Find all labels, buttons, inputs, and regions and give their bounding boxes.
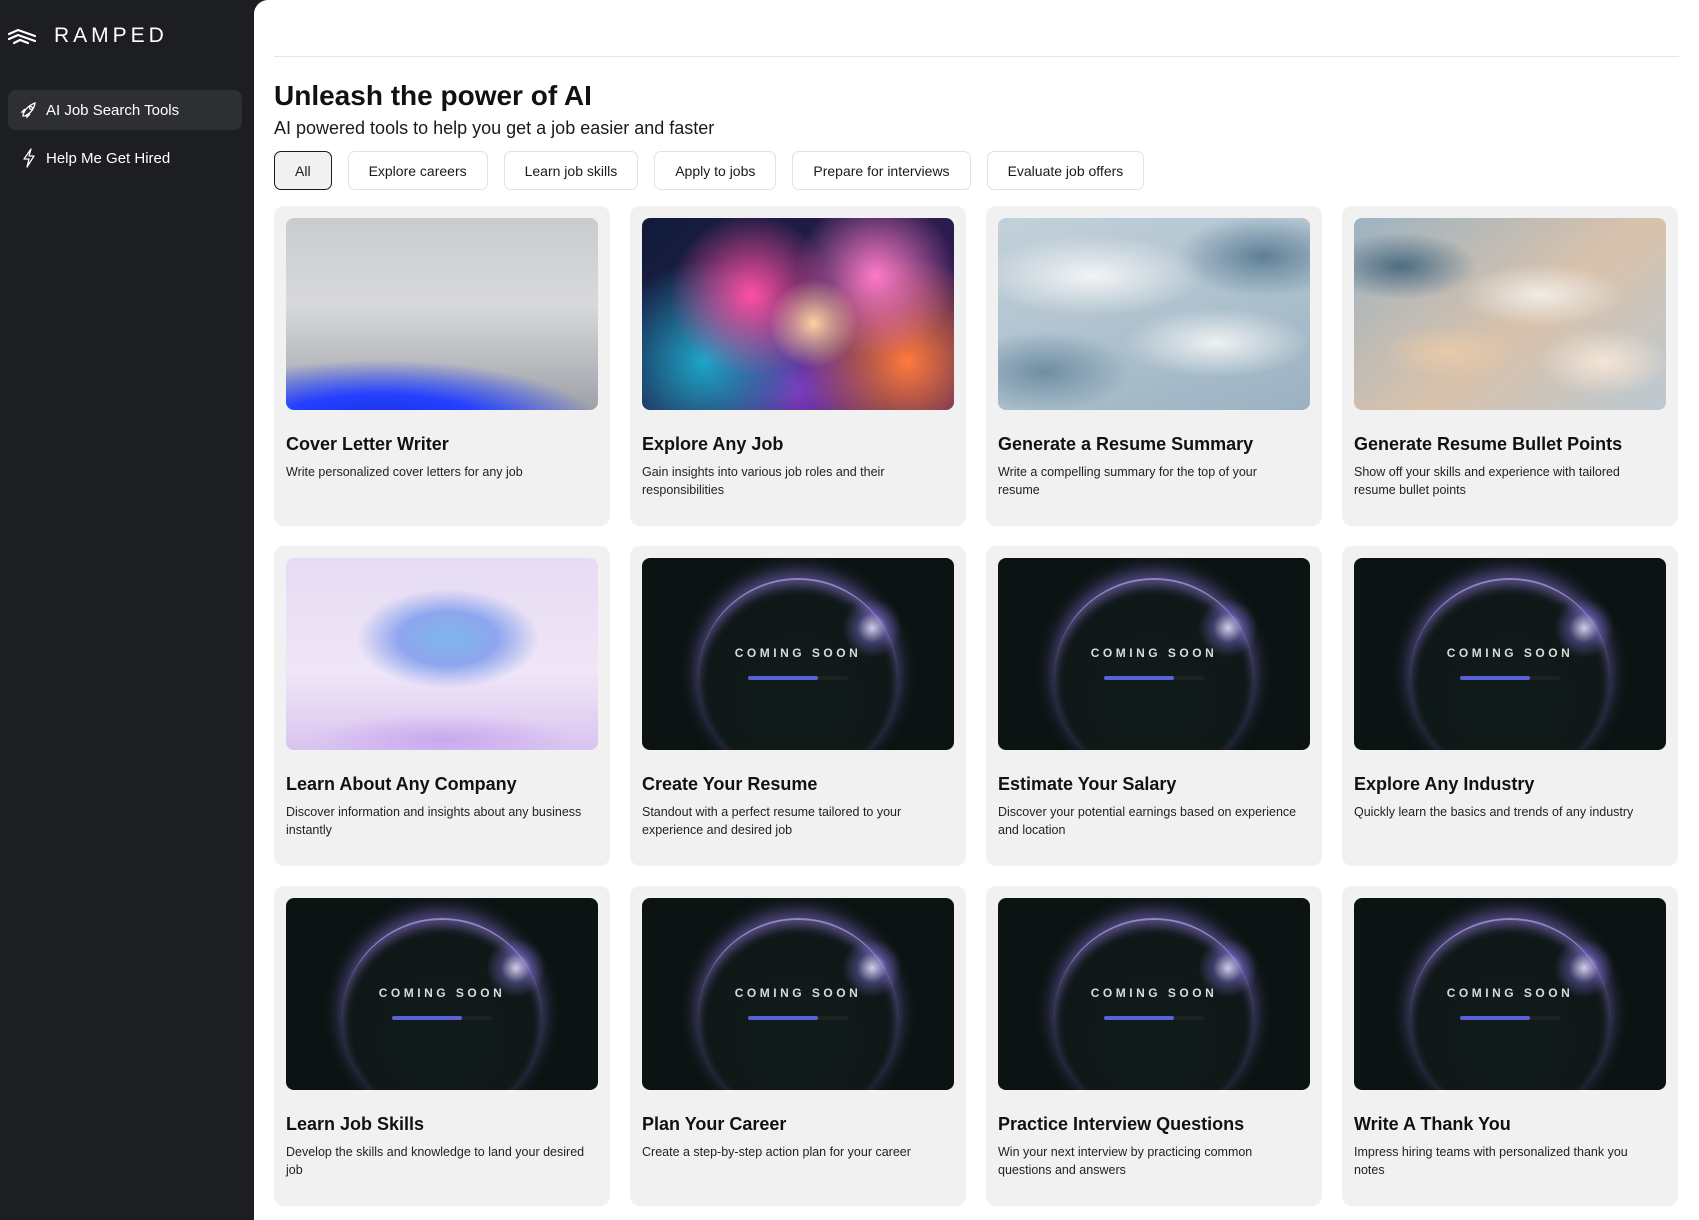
coming-soon-progress (1104, 676, 1204, 680)
filter-evaluate-job-offers[interactable]: Evaluate job offers (986, 151, 1145, 190)
coming-soon-label: COMING SOON (378, 986, 506, 1000)
tool-title: Learn Job Skills (286, 1114, 425, 1134)
tool-title: Create Your Resume (642, 774, 818, 794)
tool-title: Generate a Resume Summary (998, 434, 1254, 454)
filter-learn-job-skills[interactable]: Learn job skills (503, 151, 639, 190)
coming-soon-label: COMING SOON (1446, 986, 1574, 1000)
tool-description: Write a compelling summary for the top o… (998, 465, 1257, 497)
tool-description: Win your next interview by practicing co… (998, 1145, 1253, 1177)
tool-title: Cover Letter Writer (286, 434, 449, 454)
sidebar-item-ai-job-search-tools[interactable]: AI Job Search Tools (8, 90, 242, 130)
tool-title: Explore Any Industry (1354, 774, 1535, 794)
tool-title: Practice Interview Questions (998, 1114, 1245, 1134)
filter-prepare-for-interviews[interactable]: Prepare for interviews (792, 151, 971, 190)
tool-description: Discover information and insights about … (286, 805, 582, 837)
tool-card-estimate-your-salary[interactable]: COMING SOON Estimate Your Salary Discove… (986, 546, 1322, 866)
tool-card-generate-resume-summary[interactable]: Generate a Resume Summary Write a compel… (986, 206, 1322, 526)
tool-thumbnail (998, 218, 1310, 410)
tool-description: Gain insights into various job roles and… (642, 465, 885, 497)
coming-soon-thumbnail: COMING SOON (1354, 898, 1666, 1090)
tool-description: Develop the skills and knowledge to land… (286, 1145, 585, 1177)
filter-explore-careers[interactable]: Explore careers (347, 151, 488, 190)
coming-soon-thumbnail: COMING SOON (998, 898, 1310, 1090)
tool-grid: Cover Letter Writer Write personalized c… (274, 206, 1678, 1206)
filter-tabs: All Explore careers Learn job skills App… (274, 151, 1145, 190)
progress-fill (1104, 676, 1174, 680)
tool-card-practice-interview-questions[interactable]: COMING SOON Practice Interview Questions… (986, 886, 1322, 1206)
tool-card-cover-letter-writer[interactable]: Cover Letter Writer Write personalized c… (274, 206, 610, 526)
ramped-logo-icon (8, 28, 36, 45)
progress-fill (1460, 676, 1530, 680)
coming-soon-thumbnail: COMING SOON (1354, 558, 1666, 750)
coming-soon-label: COMING SOON (1090, 646, 1218, 660)
progress-fill (748, 1016, 818, 1020)
tool-card-learn-job-skills[interactable]: COMING SOON Learn Job Skills Develop the… (274, 886, 610, 1206)
tool-description: Quickly learn the basics and trends of a… (1354, 805, 1634, 819)
progress-fill (1460, 1016, 1530, 1020)
coming-soon-progress (748, 1016, 848, 1020)
tool-thumbnail (286, 558, 598, 750)
coming-soon-thumbnail: COMING SOON (286, 898, 598, 1090)
page-subtitle: AI powered tools to help you get a job e… (274, 118, 715, 138)
tool-description: Write personalized cover letters for any… (286, 465, 523, 479)
tool-card-explore-any-industry[interactable]: COMING SOON Explore Any Industry Quickly… (1342, 546, 1678, 866)
coming-soon-progress (1460, 676, 1560, 680)
coming-soon-label: COMING SOON (1446, 646, 1574, 660)
tool-description: Show off your skills and experience with… (1354, 465, 1620, 497)
coming-soon-thumbnail: COMING SOON (998, 558, 1310, 750)
tool-description: Discover your potential earnings based o… (998, 805, 1297, 837)
filter-apply-to-jobs[interactable]: Apply to jobs (654, 151, 777, 190)
coming-soon-label: COMING SOON (734, 646, 862, 660)
sidebar-item-label: AI Job Search Tools (46, 101, 180, 119)
progress-fill (748, 676, 818, 680)
tool-description: Create a step-by-step action plan for yo… (642, 1145, 911, 1159)
divider (274, 56, 1679, 57)
coming-soon-label: COMING SOON (734, 986, 862, 1000)
coming-soon-progress (1460, 1016, 1560, 1020)
tool-thumbnail (286, 218, 598, 410)
tool-thumbnail (642, 218, 954, 410)
coming-soon-thumbnail: COMING SOON (642, 898, 954, 1090)
brand-name: RAMPED (54, 24, 168, 47)
tool-description: Standout with a perfect resume tailored … (642, 805, 902, 837)
coming-soon-progress (748, 676, 848, 680)
coming-soon-thumbnail: COMING SOON (642, 558, 954, 750)
brand-logo[interactable]: RAMPED (8, 24, 168, 48)
lightning-icon (18, 147, 40, 169)
tool-card-create-your-resume[interactable]: COMING SOON Create Your Resume Standout … (630, 546, 966, 866)
rocket-icon (18, 99, 40, 121)
tool-title: Plan Your Career (642, 1114, 787, 1134)
coming-soon-progress (392, 1016, 492, 1020)
tool-card-learn-about-any-company[interactable]: Learn About Any Company Discover informa… (274, 546, 610, 866)
tool-title: Estimate Your Salary (998, 774, 1177, 794)
tool-title: Generate Resume Bullet Points (1354, 434, 1623, 454)
page-title: Unleash the power of AI (274, 80, 592, 111)
sidebar-nav: AI Job Search Tools Help Me Get Hired (8, 90, 242, 178)
tool-title: Write A Thank You (1354, 1114, 1511, 1134)
tool-card-write-a-thank-you[interactable]: COMING SOON Write A Thank You Impress hi… (1342, 886, 1678, 1206)
progress-fill (392, 1016, 462, 1020)
sidebar: RAMPED AI Job Search Tools Help Me Get H… (0, 0, 254, 1220)
sidebar-item-label: Help Me Get Hired (46, 149, 171, 167)
tool-card-generate-resume-bullet-points[interactable]: Generate Resume Bullet Points Show off y… (1342, 206, 1678, 526)
filter-all[interactable]: All (274, 151, 332, 190)
tool-card-plan-your-career[interactable]: COMING SOON Plan Your Career Create a st… (630, 886, 966, 1206)
sidebar-item-help-me-get-hired[interactable]: Help Me Get Hired (8, 138, 242, 178)
tool-card-explore-any-job[interactable]: Explore Any Job Gain insights into vario… (630, 206, 966, 526)
coming-soon-progress (1104, 1016, 1204, 1020)
tool-description: Impress hiring teams with personalized t… (1354, 1145, 1628, 1177)
tool-thumbnail (1354, 218, 1666, 410)
tool-title: Learn About Any Company (286, 774, 517, 794)
tool-title: Explore Any Job (642, 434, 784, 454)
progress-fill (1104, 1016, 1174, 1020)
coming-soon-label: COMING SOON (1090, 986, 1218, 1000)
main-content: Unleash the power of AI AI powered tools… (254, 0, 1699, 1220)
